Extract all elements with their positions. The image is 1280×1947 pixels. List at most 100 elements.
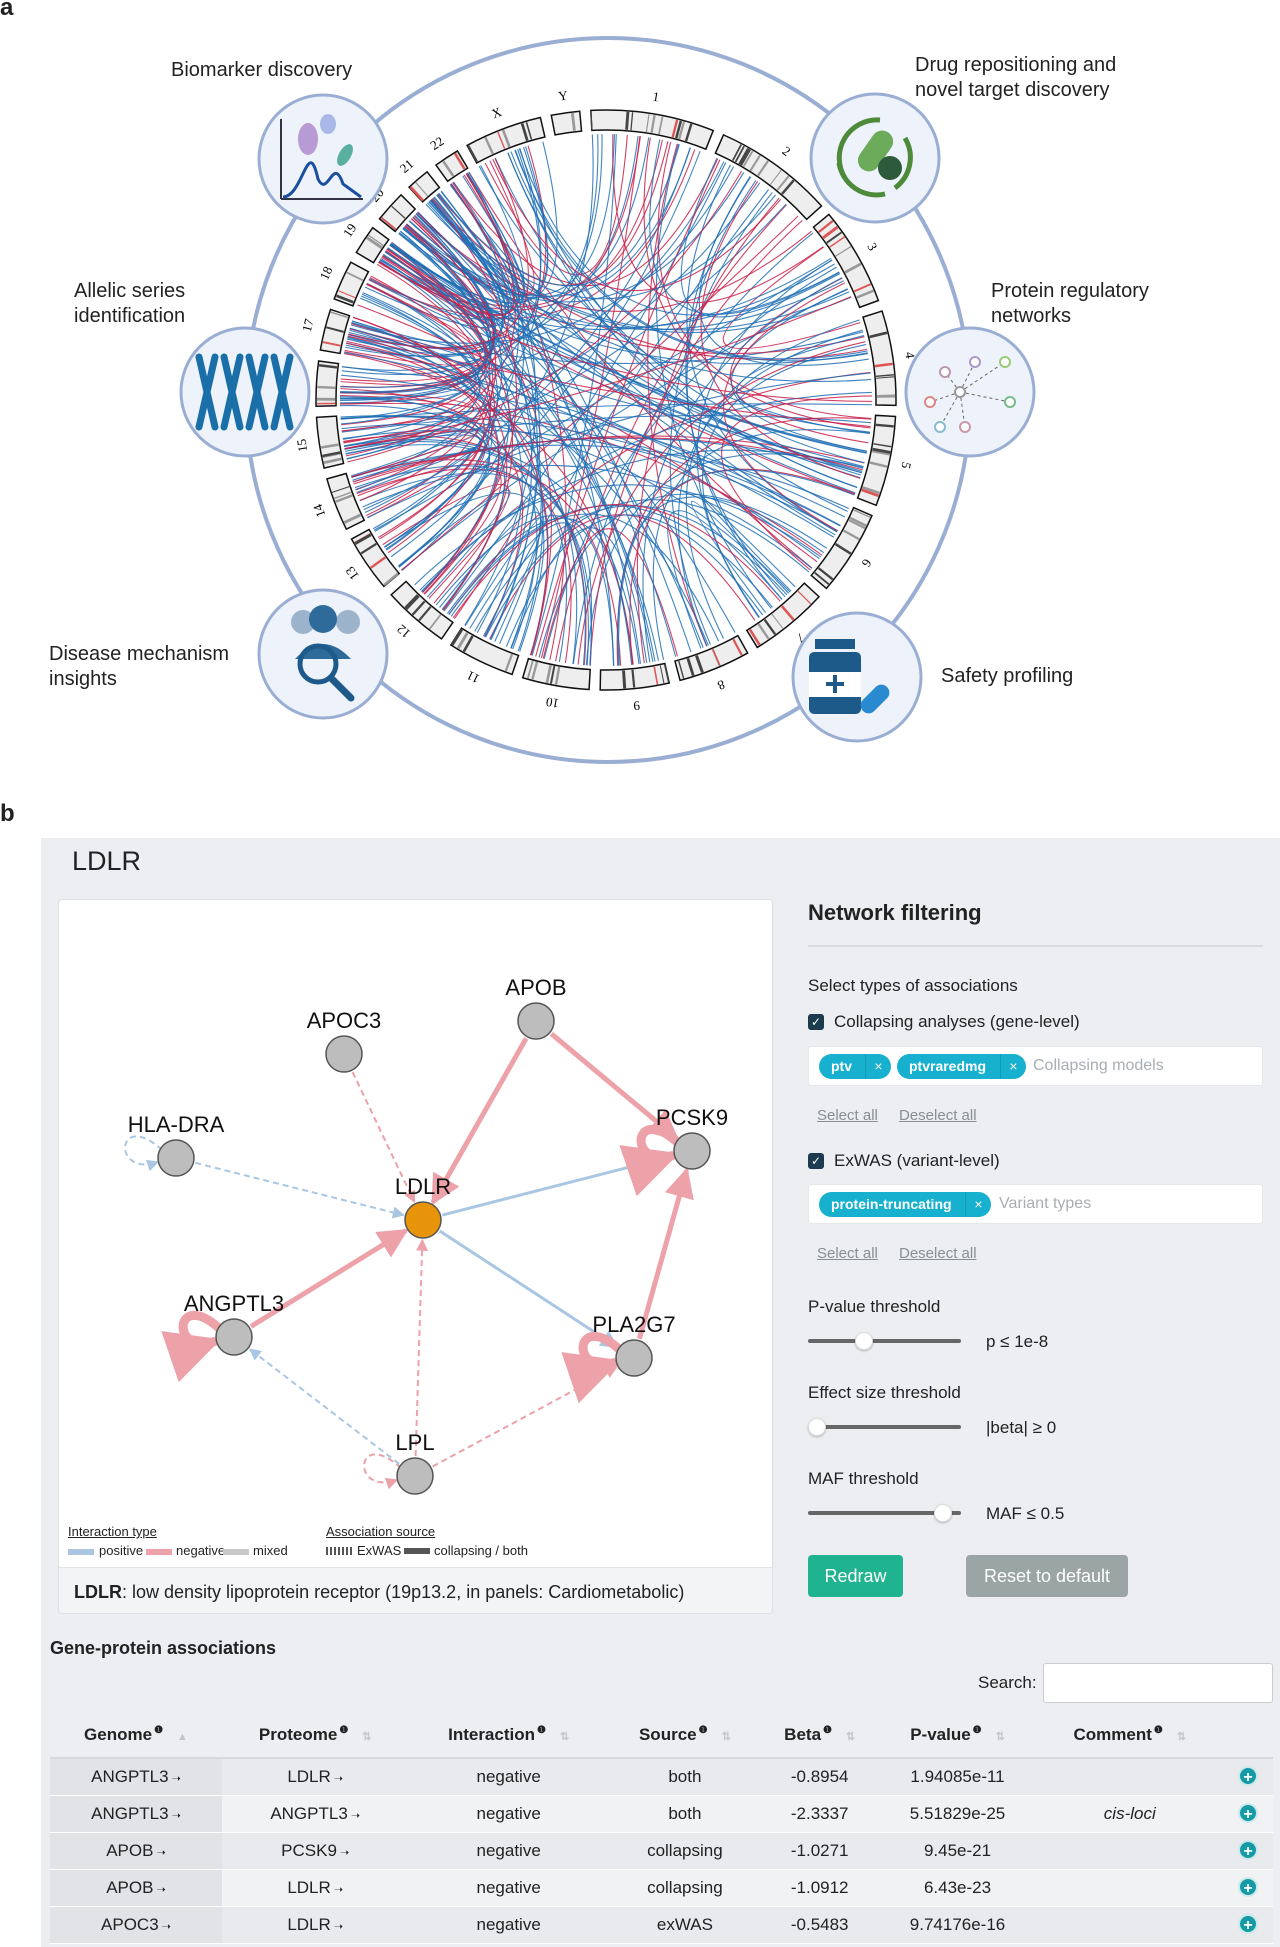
exwas-deselect-all[interactable]: Deselect all xyxy=(899,1245,977,1262)
cell-expand[interactable]: + xyxy=(1223,1832,1273,1870)
info-icon[interactable]: ❶ xyxy=(1154,1725,1163,1736)
column-header-source[interactable]: Source ❶ ⇅ xyxy=(608,1712,761,1759)
collapsing-deselect-all[interactable]: Deselect all xyxy=(899,1107,977,1124)
expand-plus-icon[interactable]: + xyxy=(1238,1914,1258,1934)
column-header-proteome[interactable]: Proteome ❶ ⇅ xyxy=(221,1712,409,1759)
sort-icon[interactable]: ⇅ xyxy=(996,1731,1005,1743)
reset-default-button[interactable]: Reset to default xyxy=(966,1555,1128,1597)
maf-slider-thumb[interactable] xyxy=(933,1504,952,1522)
cell-proteome[interactable]: LDLR ➝ xyxy=(221,1906,409,1944)
cell-beta: -0.8954 xyxy=(760,1758,879,1796)
effect-slider[interactable] xyxy=(808,1418,961,1436)
edge-HLA-DRA-LDLR[interactable] xyxy=(195,1161,405,1219)
network-graph[interactable]: APOC3 APOB HLA-DRA PCSK9 LDLR ANGPTL3 PLA2G7 LP… xyxy=(59,900,773,1567)
genome-value: APOB xyxy=(106,1840,154,1860)
exwas-select-all[interactable]: Select all xyxy=(817,1245,878,1262)
collapsing-select-all[interactable]: Select all xyxy=(817,1107,878,1124)
column-header-interaction[interactable]: Interaction ❶ ⇅ xyxy=(408,1712,609,1759)
link-arrow-icon[interactable]: ➝ xyxy=(153,1847,166,1859)
node-apoc3[interactable]: APOC3 xyxy=(307,1008,382,1073)
column-header-beta[interactable]: Beta ❶ ⇅ xyxy=(760,1712,879,1759)
info-icon[interactable]: ❶ xyxy=(973,1725,982,1736)
remove-tag-icon[interactable]: × xyxy=(965,1192,991,1217)
link-arrow-icon[interactable]: ➝ xyxy=(159,1921,171,1933)
effect-slider-thumb[interactable] xyxy=(808,1418,826,1436)
search-input[interactable] xyxy=(1043,1663,1273,1703)
cell-expand[interactable]: + xyxy=(1223,1758,1273,1796)
edge-LPL-LPL[interactable] xyxy=(363,1453,402,1490)
edge-LPL-PLA2G7[interactable] xyxy=(432,1366,618,1468)
cell-genome[interactable]: ANGPTL3 ➝ xyxy=(50,1795,222,1833)
link-arrow-icon[interactable]: ➝ xyxy=(169,1810,181,1822)
cell-comment: cis-loci xyxy=(1036,1795,1223,1833)
label-allelic-series: Allelic series identification xyxy=(74,280,186,327)
info-icon[interactable]: ❶ xyxy=(537,1725,546,1736)
edge-ANGPTL3-ANGPTL3[interactable] xyxy=(161,1310,224,1383)
column-header-comment[interactable]: Comment ❶ ⇅ xyxy=(1036,1712,1223,1759)
sort-icon[interactable]: ⇅ xyxy=(362,1731,371,1743)
node-circle[interactable] xyxy=(517,1002,555,1040)
cell-expand[interactable]: + xyxy=(1223,1906,1273,1944)
expand-plus-icon[interactable]: + xyxy=(1238,1840,1258,1860)
expand-plus-icon[interactable]: + xyxy=(1238,1877,1258,1897)
info-icon[interactable]: ❶ xyxy=(154,1725,163,1736)
node-apob[interactable]: APOB xyxy=(505,975,567,1040)
cell-proteome[interactable]: LDLR ➝ xyxy=(221,1869,409,1907)
link-arrow-icon[interactable]: ➝ xyxy=(331,1884,343,1896)
cell-proteome[interactable]: ANGPTL3 ➝ xyxy=(221,1795,409,1833)
pvalue-slider[interactable] xyxy=(808,1332,961,1350)
sort-icon[interactable]: ⇅ xyxy=(722,1731,731,1743)
node-circle[interactable] xyxy=(157,1139,195,1177)
node-ldlr[interactable]: LDLR xyxy=(395,1174,451,1239)
legend-collapsing-swatch xyxy=(404,1548,430,1554)
info-icon[interactable]: ❶ xyxy=(699,1725,708,1736)
cell-expand[interactable]: + xyxy=(1223,1869,1273,1907)
link-arrow-icon[interactable]: ➝ xyxy=(348,1810,360,1822)
info-icon[interactable]: ❶ xyxy=(339,1725,348,1736)
remove-tag-icon[interactable]: × xyxy=(1000,1054,1026,1079)
link-arrow-icon[interactable]: ➝ xyxy=(337,1847,349,1859)
info-icon[interactable]: ❶ xyxy=(823,1725,832,1736)
link-arrow-icon[interactable]: ➝ xyxy=(169,1773,181,1785)
cell-genome[interactable]: ANGPTL3 ➝ xyxy=(50,1758,222,1796)
exwas-checkbox[interactable]: ✓ xyxy=(808,1153,824,1169)
collapsing-models-select[interactable]: ptv × ptvraredmg × Collapsing models xyxy=(808,1046,1263,1086)
remove-tag-icon[interactable]: × xyxy=(865,1054,891,1079)
edge-LDLR-PLA2G7[interactable] xyxy=(438,1229,619,1349)
node-lpl[interactable]: LPL xyxy=(395,1430,435,1495)
edge-LPL-LDLR[interactable] xyxy=(414,1238,429,1457)
node-circle[interactable] xyxy=(215,1318,253,1356)
edge-LPL-ANGPTL3[interactable] xyxy=(248,1348,400,1465)
maf-slider[interactable] xyxy=(808,1504,961,1522)
edge-PLA2G7-PLA2G7[interactable] xyxy=(561,1331,624,1404)
expand-plus-icon[interactable]: + xyxy=(1238,1766,1258,1787)
cell-genome[interactable]: APOC3 ➝ xyxy=(50,1906,222,1944)
edge-PCSK9-PCSK9[interactable] xyxy=(619,1124,682,1197)
edge-LDLR-PCSK9[interactable] xyxy=(442,1151,675,1217)
sort-icon[interactable]: ⇅ xyxy=(846,1731,855,1743)
link-arrow-icon[interactable]: ➝ xyxy=(331,1921,343,1933)
column-header-genome[interactable]: Genome ❶ ▲ xyxy=(50,1712,222,1759)
cell-expand[interactable]: + xyxy=(1223,1795,1273,1833)
table-row: APOB ➝ LDLR ➝ negative collapsing -1.0912 6.4… xyxy=(50,1869,1273,1907)
link-arrow-icon[interactable]: ➝ xyxy=(153,1884,166,1896)
node-circle[interactable] xyxy=(673,1132,711,1170)
link-arrow-icon[interactable]: ➝ xyxy=(331,1773,343,1785)
expand-plus-icon[interactable]: + xyxy=(1238,1803,1258,1823)
collapsing-checkbox[interactable]: ✓ xyxy=(808,1014,824,1030)
node-circle[interactable] xyxy=(396,1457,434,1495)
node-circle[interactable] xyxy=(404,1201,442,1239)
cell-proteome[interactable]: PCSK9 ➝ xyxy=(221,1832,409,1870)
cell-genome[interactable]: APOB ➝ xyxy=(50,1832,222,1870)
node-circle[interactable] xyxy=(615,1339,653,1377)
cell-proteome[interactable]: LDLR ➝ xyxy=(221,1758,409,1796)
sort-icon[interactable]: ⇅ xyxy=(560,1731,569,1743)
sort-icon[interactable]: ▲ xyxy=(177,1731,188,1743)
sort-icon[interactable]: ⇅ xyxy=(1177,1731,1186,1743)
variant-types-select[interactable]: protein-truncating × Variant types xyxy=(808,1184,1263,1224)
edge-HLA-DRA-HLA-DRA[interactable] xyxy=(124,1135,163,1172)
redraw-button[interactable]: Redraw xyxy=(808,1555,903,1597)
column-header-pvalue[interactable]: P-value ❶ ⇅ xyxy=(878,1712,1037,1759)
node-circle[interactable] xyxy=(325,1035,363,1073)
cell-genome[interactable]: APOB ➝ xyxy=(50,1869,222,1907)
